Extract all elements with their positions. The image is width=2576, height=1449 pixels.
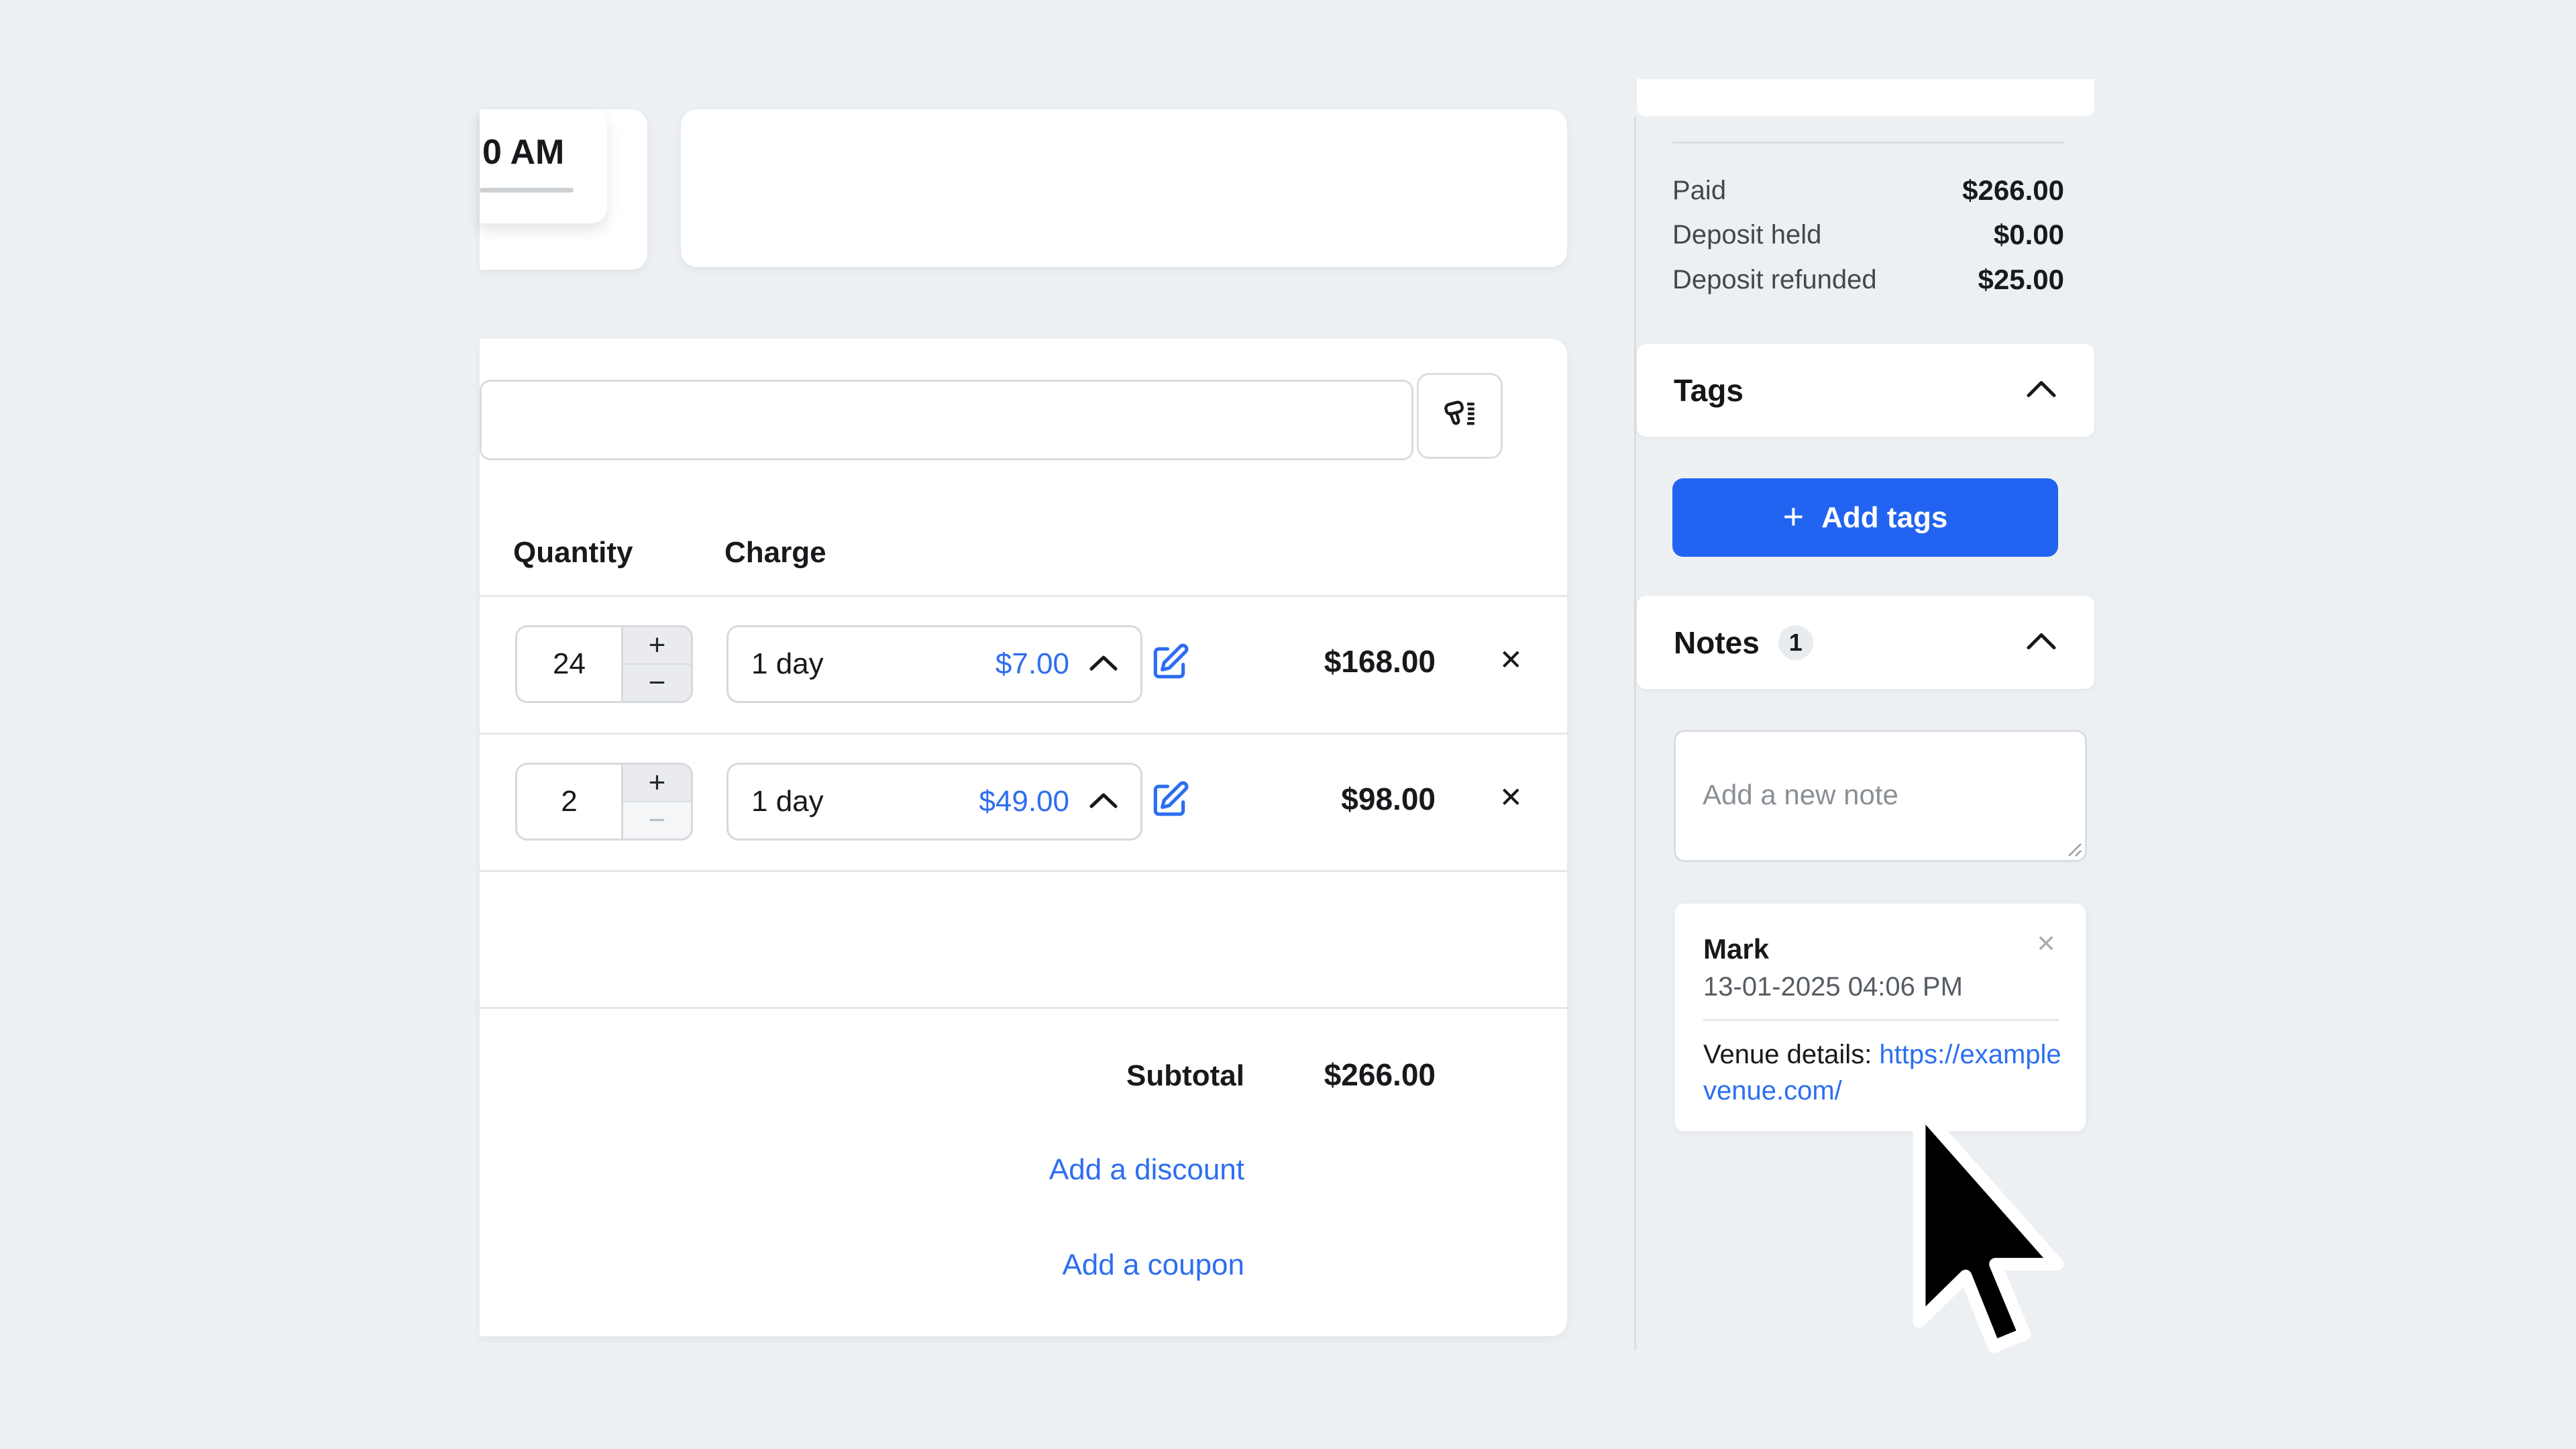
remove-line-icon[interactable]: ✕ <box>1499 646 1523 674</box>
time-underline <box>480 188 574 193</box>
chevron-up-icon <box>1089 792 1118 812</box>
notes-title: Notes <box>1674 625 1760 661</box>
sidebar-previous-card-edge <box>1637 79 2094 116</box>
time-label: 0 AM <box>482 132 564 172</box>
note-text: Venue details: <box>1703 1040 1879 1069</box>
edit-line-button[interactable] <box>1146 641 1193 688</box>
order-detail-screen: 0 AM <box>0 0 2576 1449</box>
line-item-row: + − 1 day $49.00 $98.00 <box>480 733 1567 870</box>
tags-title: Tags <box>1674 372 1743 409</box>
resize-handle-icon[interactable] <box>2065 840 2082 861</box>
line-total: $168.00 <box>1324 643 1436 680</box>
line-item-row: + − 1 day $7.00 $168.00 <box>480 595 1567 733</box>
chevron-up-icon[interactable] <box>2026 380 2057 402</box>
charge-period-label: 1 day <box>751 785 824 818</box>
notes-count-badge: 1 <box>1778 625 1813 660</box>
edit-pencil-icon <box>1148 780 1190 824</box>
subtotal-label: Subtotal <box>1126 1059 1244 1093</box>
plus-icon: + <box>1783 498 1805 535</box>
mouse-cursor <box>1909 1100 2068 1359</box>
decrement-button[interactable]: − <box>623 801 691 839</box>
subtotal-value: $266.00 <box>1324 1057 1436 1093</box>
add-tags-label: Add tags <box>1821 501 1947 535</box>
table-divider <box>480 1007 1567 1009</box>
paid-label: Paid <box>1672 176 1726 206</box>
schedule-empty-card <box>681 109 1567 267</box>
tags-section-header[interactable]: Tags <box>1637 344 2094 437</box>
quantity-input[interactable] <box>517 627 621 701</box>
barcode-scanner-icon <box>1440 395 1479 437</box>
note-divider <box>1703 1019 2059 1021</box>
order-lines-card: Quantity Charge + − 1 day $7.00 <box>480 339 1567 1336</box>
note-timestamp: 13-01-2025 04:06 PM <box>1703 972 1963 1002</box>
paid-value: $266.00 <box>1962 174 2064 207</box>
minus-icon: − <box>649 668 666 698</box>
product-search-input[interactable] <box>480 380 1413 460</box>
charge-price-label: $7.00 <box>996 647 1069 681</box>
payment-summary-divider <box>1672 142 2064 144</box>
chevron-up-icon <box>1089 655 1118 674</box>
note-card: Mark ✕ 13-01-2025 04:06 PM Venue details… <box>1674 902 2087 1132</box>
payment-summary-row: Deposit refunded $25.00 <box>1672 258 2064 302</box>
minus-icon: − <box>649 806 666 835</box>
chevron-up-icon[interactable] <box>2026 631 2057 653</box>
plus-icon: + <box>649 631 666 660</box>
time-chip-card[interactable]: 0 AM <box>480 109 607 223</box>
table-divider <box>480 870 1567 872</box>
add-discount-link[interactable]: Add a discount <box>1049 1153 1244 1187</box>
column-header-charge: Charge <box>724 535 826 571</box>
stepper-buttons: + − <box>621 765 691 839</box>
edit-pencil-icon <box>1148 642 1190 687</box>
increment-button[interactable]: + <box>623 765 691 801</box>
quantity-stepper: + − <box>515 763 693 841</box>
line-total: $98.00 <box>1341 781 1436 817</box>
charge-select[interactable]: 1 day $49.00 <box>727 763 1142 841</box>
deposit-refunded-label: Deposit refunded <box>1672 265 1877 295</box>
increment-button[interactable]: + <box>623 627 691 663</box>
payment-summary-row: Deposit held $0.00 <box>1672 213 2064 257</box>
add-coupon-link[interactable]: Add a coupon <box>1062 1248 1244 1282</box>
barcode-scan-button[interactable] <box>1417 373 1503 459</box>
payment-summary-row: Paid $266.00 <box>1672 168 2064 213</box>
delete-note-icon[interactable]: ✕ <box>2036 932 2056 956</box>
charge-select[interactable]: 1 day $7.00 <box>727 625 1142 703</box>
add-tags-button[interactable]: + Add tags <box>1672 478 2058 557</box>
plus-icon: + <box>649 768 666 798</box>
remove-line-icon[interactable]: ✕ <box>1499 784 1523 812</box>
deposit-held-value: $0.00 <box>1994 219 2064 251</box>
new-note-textarea[interactable] <box>1674 730 2087 862</box>
charge-period-label: 1 day <box>751 647 824 681</box>
note-author: Mark <box>1703 933 1769 965</box>
column-header-quantity: Quantity <box>513 535 633 571</box>
deposit-held-label: Deposit held <box>1672 220 1821 250</box>
stepper-buttons: + − <box>621 627 691 701</box>
charge-price-label: $49.00 <box>979 785 1069 818</box>
deposit-refunded-value: $25.00 <box>1978 264 2064 296</box>
note-body: Venue details: https://examplevenue.com/ <box>1703 1036 2071 1109</box>
notes-section-header[interactable]: Notes 1 <box>1637 596 2094 689</box>
decrement-button[interactable]: − <box>623 663 691 701</box>
edit-line-button[interactable] <box>1146 778 1193 825</box>
sidebar-divider <box>1634 116 1636 1350</box>
quantity-stepper: + − <box>515 625 693 703</box>
quantity-input[interactable] <box>517 765 621 839</box>
